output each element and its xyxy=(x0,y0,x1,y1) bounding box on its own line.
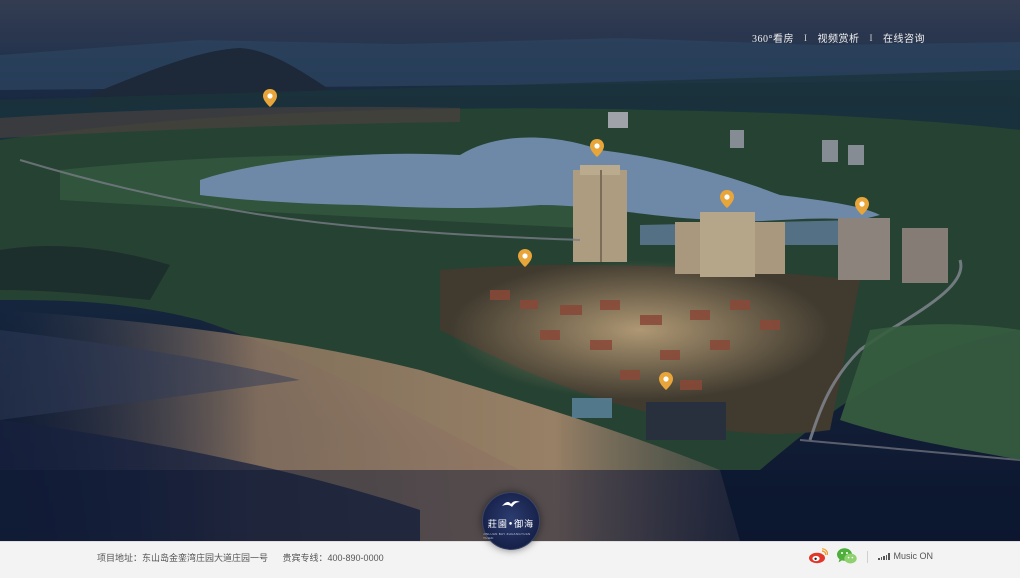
nav-video[interactable]: 视频赏析 xyxy=(818,30,860,45)
nav-separator: I xyxy=(804,32,808,43)
social-links xyxy=(808,547,858,565)
map-pin-icon[interactable] xyxy=(659,372,673,390)
map-pin-icon[interactable] xyxy=(590,139,604,157)
bird-emblem-icon xyxy=(502,500,520,507)
nav-consult[interactable]: 在线咨询 xyxy=(883,30,925,45)
weibo-icon[interactable] xyxy=(808,548,828,564)
footer-info: 项目地址：东山岛金銮湾庄园大道庄园一号 贵宾专线：400-890-0000 xyxy=(97,551,396,564)
map-pin-icon[interactable] xyxy=(720,190,734,208)
logo-subtext: JINLUAN BAY ZHUANGYUAN YUHAI xyxy=(483,531,531,540)
music-label: Music ON xyxy=(893,551,934,561)
top-nav: 360°看房 I 视频赏析 I 在线咨询 xyxy=(752,30,925,46)
nav-360-view[interactable]: 360°看房 xyxy=(752,30,794,45)
nav-separator: I xyxy=(869,32,873,43)
logo-text: 莊園•御海 xyxy=(487,519,535,530)
brand-logo[interactable]: 莊園•御海 JINLUAN BAY ZHUANGYUAN YUHAI xyxy=(482,492,540,550)
aerial-hero: 360°看房 I 视频赏析 I 在线咨询 xyxy=(0,0,1020,541)
project-address: 项目地址：东山岛金銮湾庄园大道庄园一号 xyxy=(97,553,269,563)
footer-divider xyxy=(867,551,868,563)
vip-hotline: 贵宾专线：400-890-0000 xyxy=(282,553,384,563)
music-bars-icon xyxy=(878,552,890,560)
map-pin-icon[interactable] xyxy=(263,89,277,107)
aerial-resort-scene xyxy=(0,0,1020,541)
wechat-icon[interactable] xyxy=(836,547,858,565)
map-pin-icon[interactable] xyxy=(518,249,532,267)
map-pin-icon[interactable] xyxy=(855,197,869,215)
music-toggle[interactable]: Music ON xyxy=(878,551,933,561)
